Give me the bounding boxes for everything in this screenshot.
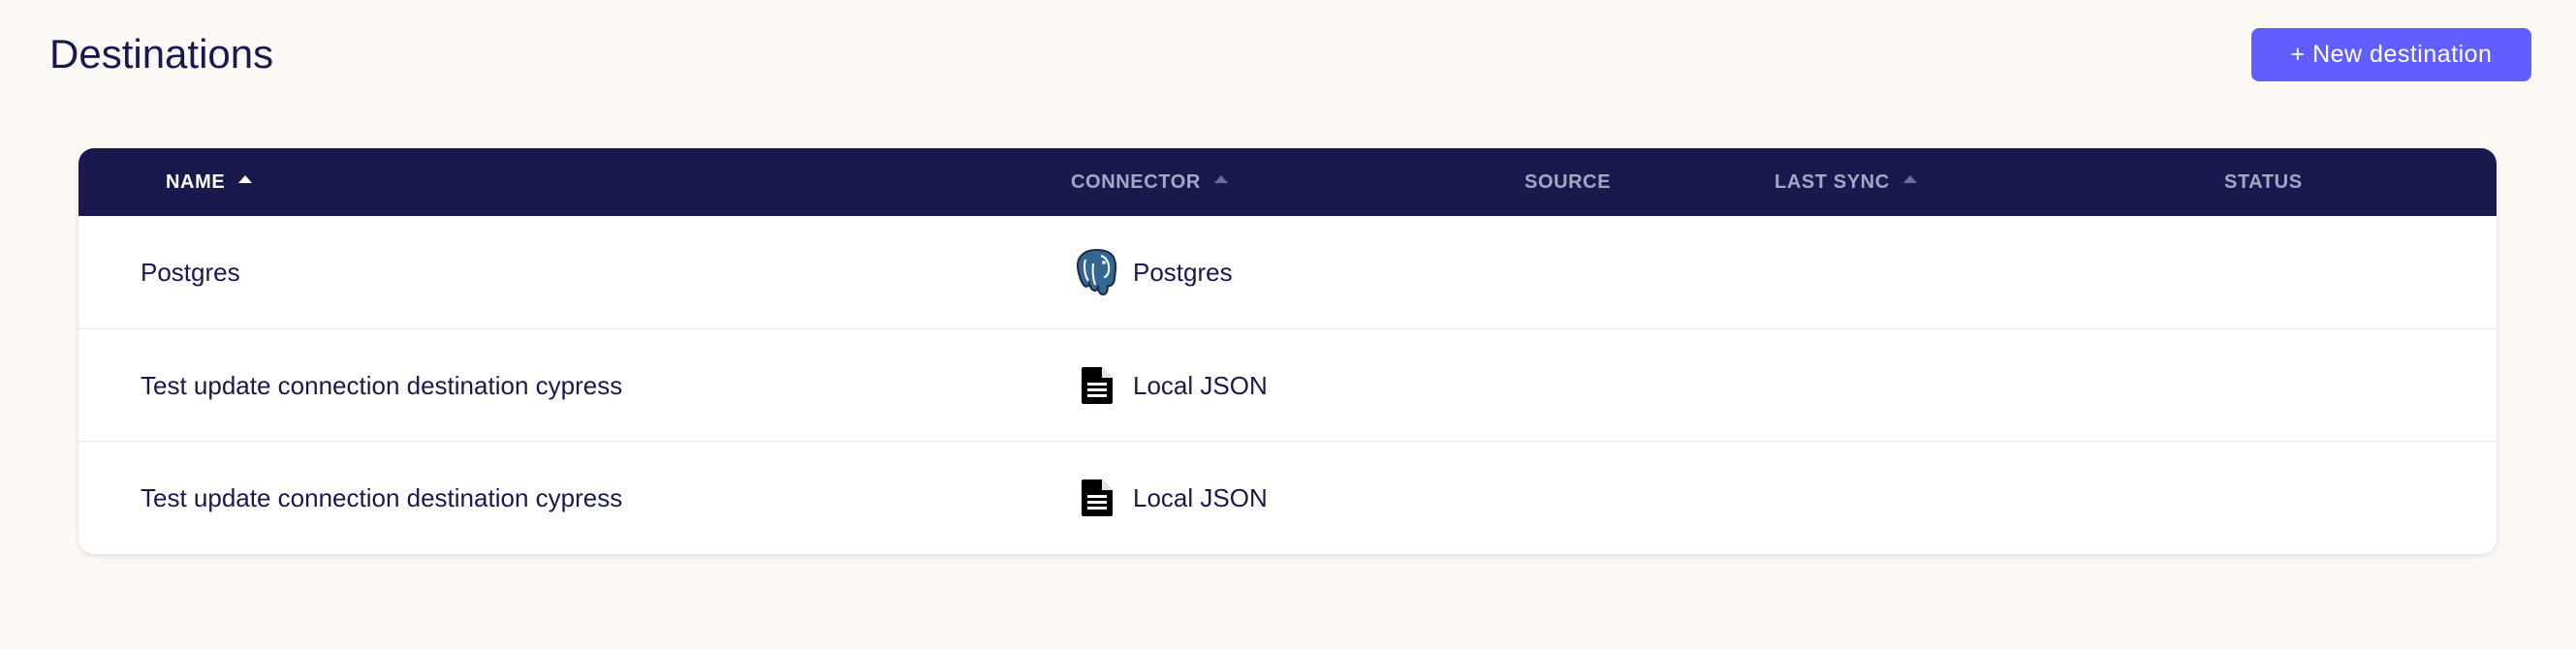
- document-icon: [1071, 359, 1121, 412]
- document-icon: [1071, 472, 1121, 524]
- column-header-source: SOURCE: [1524, 148, 1611, 216]
- sort-up-icon: [1902, 175, 1917, 183]
- connector-cell: Local JSON: [1071, 442, 1268, 554]
- column-header-label: SOURCE: [1524, 170, 1612, 193]
- column-header-label: NAME: [166, 170, 226, 193]
- postgres-elephant-icon: [1071, 246, 1121, 298]
- column-header-last-sync[interactable]: LAST SYNC: [1775, 148, 1917, 216]
- table-row[interactable]: Test update connection destination cypre…: [79, 441, 2497, 554]
- column-header-status: STATUS: [2224, 148, 2303, 216]
- sort-up-icon: [1213, 175, 1228, 183]
- destination-name: Postgres: [141, 257, 240, 287]
- column-header-connector[interactable]: CONNECTOR: [1071, 148, 1228, 216]
- table-row[interactable]: Postgres Postgres: [79, 216, 2497, 328]
- destination-name: Test update connection destination cypre…: [141, 370, 623, 400]
- column-header-label: LAST SYNC: [1775, 170, 1890, 193]
- table-row[interactable]: Test update connection destination cypre…: [79, 328, 2497, 442]
- connector-cell: Postgres: [1071, 216, 1233, 328]
- destination-name: Test update connection destination cypre…: [141, 482, 623, 512]
- sort-up-icon: [238, 175, 253, 183]
- column-header-label: STATUS: [2224, 170, 2303, 193]
- connector-label: Local JSON: [1133, 370, 1268, 400]
- connector-cell: Local JSON: [1071, 329, 1268, 442]
- connector-label: Local JSON: [1133, 482, 1268, 512]
- destinations-page: Destinations + New destination NAME CONN…: [0, 0, 2576, 649]
- page-title: Destinations: [49, 31, 274, 77]
- connector-label: Postgres: [1133, 257, 1233, 287]
- column-header-name[interactable]: NAME: [166, 148, 253, 216]
- table-header: NAME CONNECTOR SOURCE LAST SYNC STATUS: [79, 148, 2497, 216]
- column-header-label: CONNECTOR: [1071, 170, 1201, 193]
- new-destination-button[interactable]: + New destination: [2251, 28, 2531, 81]
- destinations-table: NAME CONNECTOR SOURCE LAST SYNC STATUS P…: [79, 148, 2497, 554]
